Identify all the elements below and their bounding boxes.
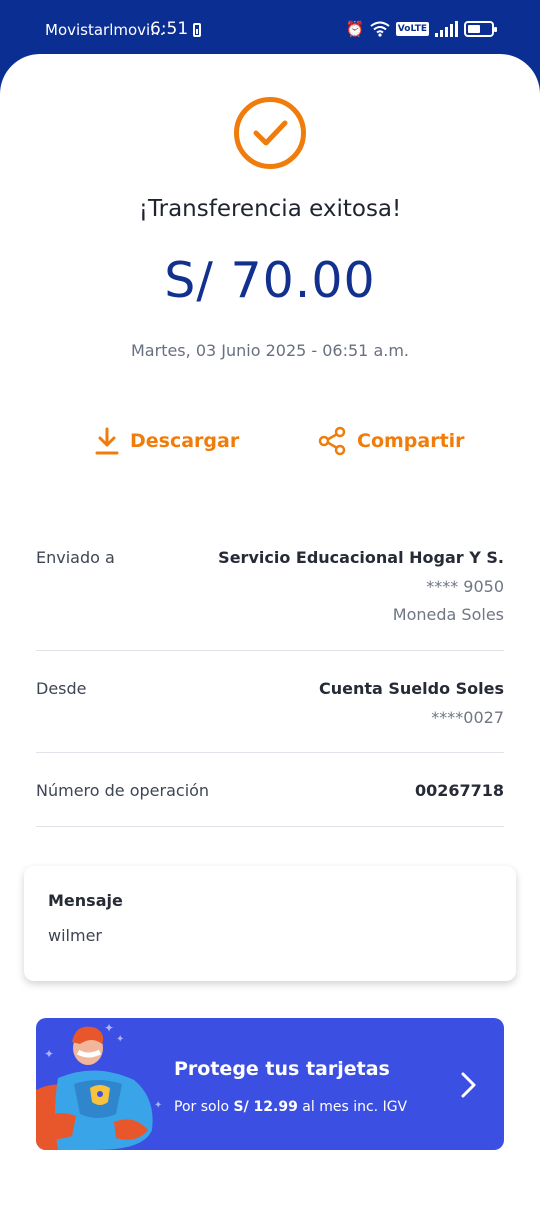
status-icons: ⏰ VoLTE: [345, 20, 497, 38]
download-button[interactable]: Descargar: [94, 426, 239, 456]
success-title: ¡Transferencia exitosa!: [138, 196, 402, 222]
recipient-account: **** 9050: [426, 577, 504, 596]
svg-text:✦: ✦: [104, 1021, 114, 1035]
recipient-name: Servicio Educacional Hogar Y S.: [218, 548, 504, 567]
banner-sub-prefix: Por solo: [174, 1099, 230, 1115]
share-button[interactable]: Compartir: [317, 426, 465, 456]
banner-price: S/ 12.99: [233, 1099, 298, 1115]
wifi-icon: [370, 21, 390, 37]
alarm-icon: ⏰: [345, 20, 365, 38]
battery-saver-icon: [193, 23, 201, 37]
operation-label: Número de operación: [36, 781, 210, 800]
banner-subtitle: Por solo S/ 12.99 al mes inc. IGV: [174, 1099, 407, 1115]
card-protection-banner[interactable]: ✦ ✦ ✦ ✦ Protege tus tarjetas Por solo S/…: [36, 1018, 504, 1150]
carrier-name: Movistarlmovi...: [45, 21, 165, 39]
svg-text:✦: ✦: [44, 1047, 54, 1061]
source-account-number: ****0027: [431, 708, 504, 727]
download-label: Descargar: [130, 430, 240, 452]
signal-icon: [435, 21, 458, 37]
share-label: Compartir: [357, 430, 465, 452]
chevron-right-icon[interactable]: [458, 1070, 478, 1100]
message-title: Mensaje: [48, 891, 123, 910]
share-icon: [318, 426, 346, 456]
transfer-date: Martes, 03 Junio 2025 - 06:51 a.m.: [131, 341, 409, 360]
banner-title: Protege tus tarjetas: [174, 1058, 390, 1080]
clock: 6:51: [150, 19, 189, 39]
from-label: Desde: [36, 679, 87, 698]
sent-to-label: Enviado a: [36, 548, 115, 567]
battery-icon: [464, 21, 497, 37]
svg-text:✦: ✦: [154, 1100, 162, 1111]
transfer-amount: S/ 70.00: [164, 252, 376, 309]
message-card: Mensaje wilmer: [24, 866, 516, 981]
superhero-illustration: ✦ ✦ ✦ ✦: [36, 1021, 162, 1150]
operation-number: 00267718: [414, 781, 504, 800]
svg-text:✦: ✦: [116, 1034, 124, 1045]
banner-sub-suffix: al mes inc. IGV: [302, 1099, 408, 1115]
divider: [36, 650, 504, 651]
recipient-currency: Moneda Soles: [392, 605, 504, 624]
message-text: wilmer: [48, 926, 102, 945]
divider: [36, 752, 504, 753]
success-check-icon: [234, 97, 306, 169]
source-account-name: Cuenta Sueldo Soles: [318, 679, 504, 698]
volte-badge: VoLTE: [395, 22, 429, 36]
divider: [36, 826, 504, 827]
download-icon: [95, 427, 119, 455]
